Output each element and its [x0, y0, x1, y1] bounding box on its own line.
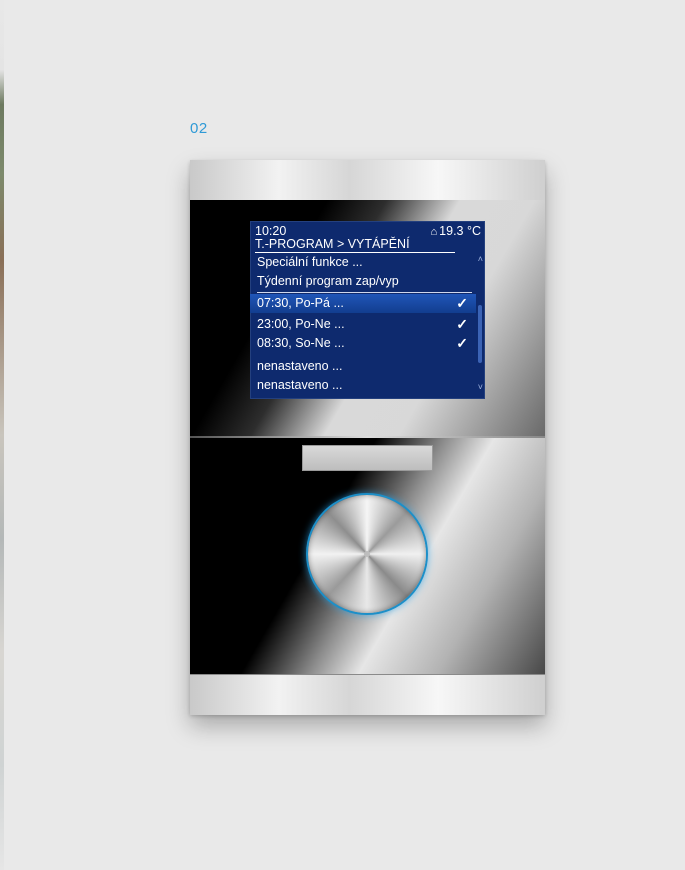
menu-item-schedule-1[interactable]: 07:30, Po-Pá ... ✓ [250, 294, 476, 313]
background-photo-strip [0, 0, 18, 870]
menu-item-schedule-3[interactable]: 08:30, So-Ne ... ✓ [250, 334, 476, 353]
check-icon: ✓ [456, 295, 468, 311]
scrollbar[interactable] [478, 305, 482, 363]
check-icon: ✓ [456, 316, 468, 332]
menu-item-special-functions[interactable]: Speciální funkce ... [250, 253, 476, 272]
scroll-down-icon[interactable]: ˅ [478, 382, 483, 392]
menu-item-unset-1[interactable]: nenastaveno ... [250, 357, 476, 376]
clock-time: 10:20 [255, 224, 287, 238]
temperature-readout: ⌂ 19.3 °C [430, 224, 481, 238]
menu-item-schedule-2[interactable]: 23:00, Po-Ne ... ✓ [250, 315, 476, 334]
figure-label: 02 [190, 120, 208, 137]
menu-item-weekly-program-toggle[interactable]: Týdenní program zap/vyp [250, 272, 476, 291]
display-screen: 10:20 ⌂ 19.3 °C T.-PROGRAM > VYTÁPĚNÍ ˄ S… [250, 221, 485, 399]
bottom-steel-frame [190, 674, 545, 715]
thermostat-device: 10:20 ⌂ 19.3 °C T.-PROGRAM > VYTÁPĚNÍ ˄ S… [190, 160, 545, 715]
top-steel-frame [190, 160, 545, 201]
scroll-up-icon[interactable]: ˄ [478, 254, 483, 264]
check-icon: ✓ [456, 335, 468, 351]
list-divider [257, 292, 472, 293]
breadcrumb: T.-PROGRAM > VYTÁPĚNÍ [255, 237, 455, 253]
status-header: 10:20 ⌂ 19.3 °C [255, 224, 481, 238]
rotary-knob[interactable] [308, 495, 426, 613]
sensor-window [302, 445, 433, 471]
menu-item-unset-2[interactable]: nenastaveno ... [250, 376, 476, 395]
